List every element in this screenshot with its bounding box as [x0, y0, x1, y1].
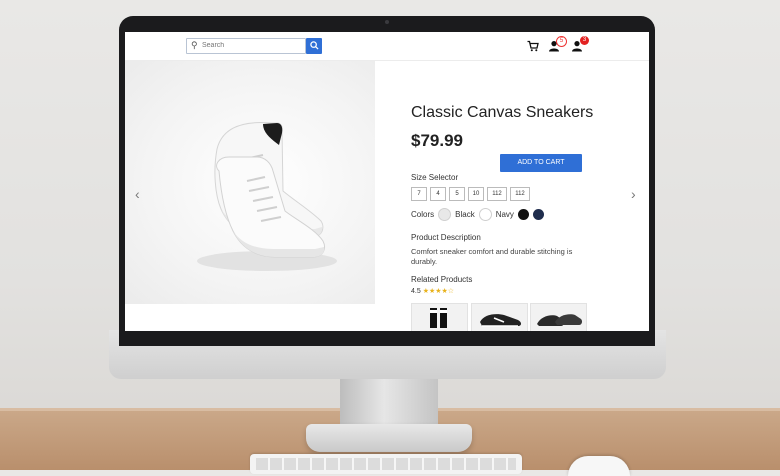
- related-product-card[interactable]: [411, 303, 468, 331]
- size-option[interactable]: 5: [449, 187, 465, 201]
- rating-value: 4.5: [411, 288, 421, 295]
- socks-image: [430, 308, 447, 328]
- web-page: ⚲ 5 3: [125, 32, 649, 331]
- rating: 4.5 ★★★★☆: [411, 287, 454, 295]
- notification-badge: 5: [556, 36, 567, 47]
- size-label: Size Selector: [411, 173, 459, 182]
- sneakers-image: [197, 122, 337, 271]
- monitor-stand: [340, 378, 438, 428]
- size-option[interactable]: 112: [487, 187, 507, 201]
- color-name: Navy: [495, 210, 514, 219]
- description-text: Comfort sneaker comfort and durable stit…: [411, 247, 573, 266]
- shoes-image: [537, 314, 583, 326]
- size-option[interactable]: 112: [510, 187, 530, 201]
- camera-dot: [385, 20, 389, 24]
- sneaker-front: [216, 156, 326, 258]
- image-footer: [125, 304, 375, 331]
- prev-arrow-icon[interactable]: ‹: [135, 186, 140, 202]
- add-to-cart-button[interactable]: ADD TO CART: [500, 154, 582, 172]
- related-product-card[interactable]: [471, 303, 528, 331]
- search-button[interactable]: [306, 38, 322, 54]
- search-box[interactable]: ⚲: [186, 38, 306, 54]
- size-option[interactable]: 7: [411, 187, 427, 201]
- size-option[interactable]: 4: [430, 187, 446, 201]
- cart-icon[interactable]: [527, 40, 539, 52]
- colors-label: Colors: [411, 210, 435, 219]
- rating-stars: ★★★★☆: [422, 288, 455, 295]
- product-image: [125, 61, 375, 304]
- size-option[interactable]: 10: [468, 187, 484, 201]
- color-swatch[interactable]: [532, 209, 544, 220]
- size-selector: 7 4 5 10 112 112: [411, 187, 530, 201]
- keyboard: [250, 454, 522, 474]
- top-bar: ⚲ 5 3: [125, 32, 649, 61]
- search-icon: ⚲: [191, 40, 198, 50]
- color-swatch[interactable]: [438, 208, 452, 221]
- next-arrow-icon[interactable]: ›: [631, 186, 636, 202]
- search-input[interactable]: [202, 40, 300, 51]
- product-title: Classic Canvas Sneakers: [411, 104, 594, 121]
- mouse: [568, 456, 630, 476]
- related-product-card[interactable]: [530, 303, 587, 331]
- account-badge: 3: [580, 36, 589, 45]
- search-icon: [309, 41, 319, 50]
- sneaker-image: [480, 314, 521, 327]
- monitor-stand-base: [306, 424, 472, 452]
- product-price: $79.99: [411, 131, 463, 150]
- color-swatch[interactable]: [517, 209, 529, 220]
- color-name: Black: [455, 210, 475, 219]
- description-title: Product Description: [411, 233, 481, 242]
- color-selector: Colors Black Navy: [411, 208, 544, 221]
- related-title: Related Products: [411, 275, 473, 284]
- color-swatch[interactable]: [478, 208, 492, 221]
